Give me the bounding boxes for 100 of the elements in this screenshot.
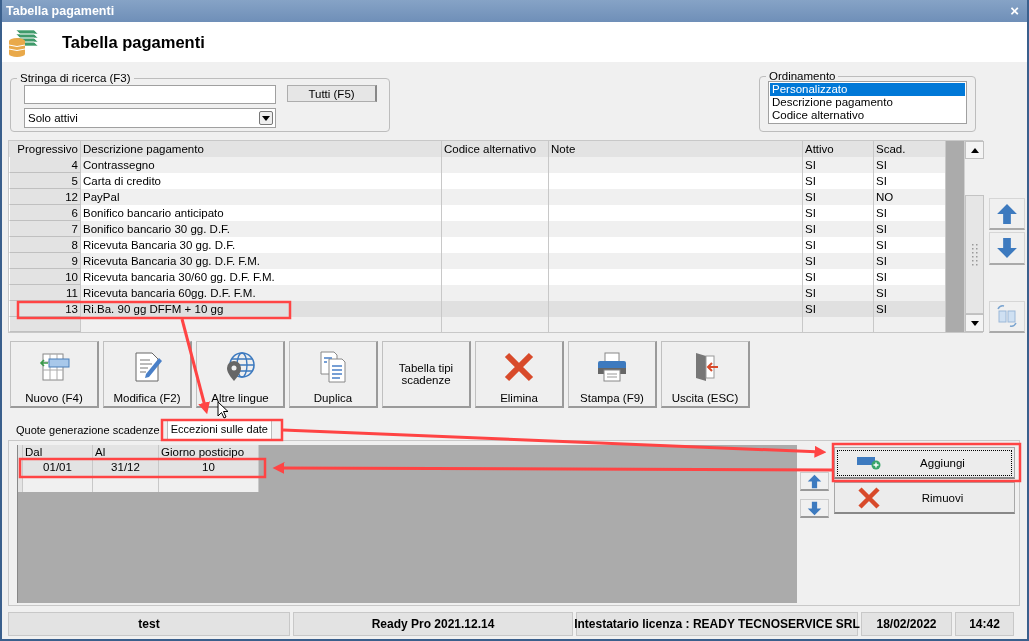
- table-cell: SI: [874, 269, 946, 285]
- toolbar-button[interactable]: Modifica (F2): [103, 341, 192, 408]
- table-row[interactable]: 12 PayPal SI NO: [9, 189, 964, 205]
- table-row[interactable]: 7 Bonifico bancario 30 gg. D.F. SI SI: [9, 221, 964, 237]
- table-insert-icon: [37, 350, 71, 384]
- toolbar-button[interactable]: Altre lingue: [196, 341, 285, 408]
- column-header[interactable]: Giorno posticipo: [159, 445, 259, 459]
- table-row[interactable]: 6 Bonifico bancario anticipato SI SI: [9, 205, 964, 221]
- column-header[interactable]: Dal: [23, 445, 93, 459]
- table-cell: Contrassegno: [81, 157, 442, 173]
- all-button[interactable]: Tutti (F5): [287, 85, 377, 102]
- table-row[interactable]: 9 Ricevuta Bancaria 30 gg. D.F. F.M. SI SI: [9, 253, 964, 269]
- table-row[interactable]: 5 Carta di credito SI SI: [9, 173, 964, 189]
- status-field: 18/02/2022: [861, 612, 952, 636]
- table-row[interactable]: 8 Ricevuta Bancaria 30 gg. D.F. SI SI: [9, 237, 964, 253]
- column-header[interactable]: Note: [549, 141, 803, 157]
- arrow-up-icon: [807, 473, 822, 489]
- table-cell: SI: [874, 173, 946, 189]
- table-row[interactable]: 11 Ricevuta bancaria 60gg. D.F. F.M. SI SI: [9, 285, 964, 301]
- table-cell: SI: [874, 157, 946, 173]
- arrow-down-icon: [996, 237, 1018, 259]
- table-cell: SI: [803, 237, 874, 253]
- toolbar-button[interactable]: Elimina: [475, 341, 564, 408]
- action-button[interactable]: Rimuovi: [834, 482, 1015, 514]
- table-cell: Ricevuta Bancaria 30 gg. D.F. F.M.: [81, 253, 442, 269]
- column-header[interactable]: Codice alternativo: [442, 141, 549, 157]
- page-title: Tabella pagamenti: [62, 32, 205, 52]
- search-field[interactable]: [24, 85, 276, 104]
- table-cell: SI: [874, 253, 946, 269]
- delete-icon: [857, 485, 881, 510]
- add-row-icon: [857, 455, 881, 470]
- mouse-pointer-icon: [217, 401, 229, 419]
- column-header[interactable]: Scad.: [874, 141, 946, 157]
- tab[interactable]: Eccezioni sulle date: [166, 420, 272, 440]
- caret-down-icon: [970, 320, 979, 326]
- table-cell: 7: [9, 221, 81, 237]
- table-cell: 4: [9, 157, 81, 173]
- toolbar-button[interactable]: Stampa (F9): [568, 341, 657, 408]
- table-cell: SI: [874, 221, 946, 237]
- table-row[interactable]: 4 Contrassegno SI SI: [9, 157, 964, 173]
- table-cell: 12: [9, 189, 81, 205]
- table-cell: Bonifico bancario 30 gg. D.F.: [81, 221, 442, 237]
- table-cell: SI: [874, 301, 946, 317]
- move-down-button[interactable]: [800, 499, 829, 518]
- filter-dropdown[interactable]: Solo attivi: [24, 108, 276, 128]
- table-cell: NO: [874, 189, 946, 205]
- column-header[interactable]: Progressivo: [9, 141, 81, 157]
- toolbar-button[interactable]: Duplica: [289, 341, 378, 408]
- table-cell: SI: [803, 253, 874, 269]
- column-header[interactable]: Descrizione pagamento: [81, 141, 442, 157]
- ordering-option[interactable]: Codice alternativo: [770, 109, 965, 122]
- table-cell: SI: [874, 205, 946, 221]
- grip-icon: [971, 243, 978, 266]
- table-cell: SI: [803, 269, 874, 285]
- table-cell: Ri.Ba. 90 gg DFFM + 10 gg: [81, 301, 442, 317]
- swap-button[interactable]: [989, 300, 1025, 333]
- table-cell: SI: [874, 285, 946, 301]
- column-header[interactable]: Al: [93, 445, 159, 459]
- table-cell: 6: [9, 205, 81, 221]
- table-cell: SI: [803, 301, 874, 317]
- ordering-option[interactable]: Descrizione pagamento: [770, 96, 965, 109]
- delete-icon: [502, 350, 536, 384]
- ordering-option[interactable]: Personalizzato: [770, 83, 965, 96]
- window-title: Tabella pagamenti: [6, 4, 115, 18]
- swap-documents-icon: [994, 303, 1020, 330]
- move-down-button[interactable]: [989, 232, 1025, 265]
- table-cell: 5: [9, 173, 81, 189]
- table-cell: SI: [803, 205, 874, 221]
- toolbar-button[interactable]: Uscita (ESC): [661, 341, 750, 408]
- toolbar-button[interactable]: Tabella tipi scadenze: [382, 341, 471, 408]
- status-field: Ready Pro 2021.12.14: [293, 612, 573, 636]
- column-header[interactable]: Attivo: [803, 141, 874, 157]
- table-cell: Ricevuta bancaria 30/60 gg. D.F. F.M.: [81, 269, 442, 285]
- status-field: 14:42: [955, 612, 1014, 636]
- table-cell: SI: [803, 157, 874, 173]
- move-up-button[interactable]: [800, 472, 829, 491]
- action-button[interactable]: Aggiungi: [834, 447, 1015, 479]
- status-field: Intestatario licenza : READY TECNOSERVICE SRL: [576, 612, 858, 636]
- table-cell: SI: [803, 221, 874, 237]
- scroll-down-button[interactable]: [965, 314, 984, 332]
- table-row[interactable]: 10 Ricevuta bancaria 30/60 gg. D.F. F.M. SI SI: [9, 269, 964, 285]
- move-up-button[interactable]: [989, 198, 1025, 231]
- arrow-down-icon: [807, 500, 822, 516]
- table-cell: 10: [9, 269, 81, 285]
- status-field: test: [8, 612, 290, 636]
- table-row[interactable]: 13 Ri.Ba. 90 gg DFFM + 10 gg SI SI: [9, 301, 964, 317]
- table-cell: SI: [803, 189, 874, 205]
- scroll-up-button[interactable]: [965, 141, 984, 159]
- table-cell: PayPal: [81, 189, 442, 205]
- table-cell: Ricevuta bancaria 60gg. D.F. F.M.: [81, 285, 442, 301]
- scrollbar[interactable]: [964, 141, 984, 332]
- table-cell: SI: [803, 173, 874, 189]
- search-group-label: Stringa di ricerca (F3): [19, 72, 132, 84]
- table-cell: 8: [9, 237, 81, 253]
- table-cell: 11: [9, 285, 81, 301]
- table-cell: 9: [9, 253, 81, 269]
- caret-up-icon: [970, 147, 979, 153]
- caret-icon: [262, 115, 270, 121]
- toolbar-button[interactable]: Nuovo (F4): [10, 341, 99, 408]
- scroll-thumb[interactable]: [965, 195, 984, 314]
